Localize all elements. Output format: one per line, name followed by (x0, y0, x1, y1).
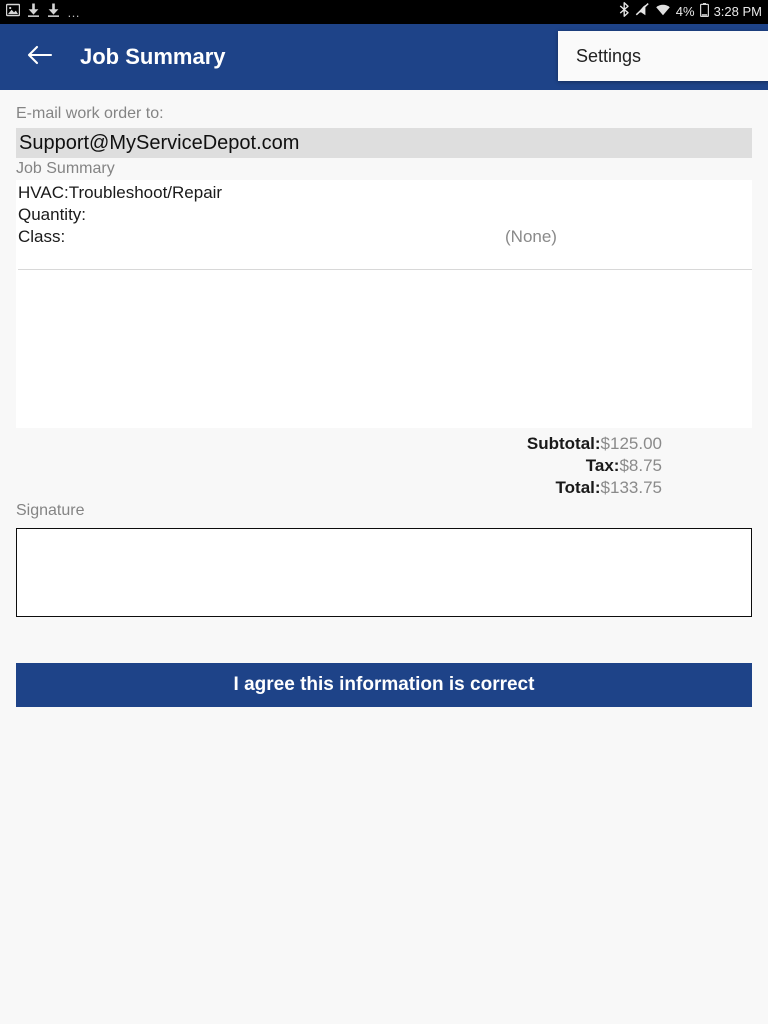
battery-icon (699, 2, 709, 22)
status-bar-left: … (5, 3, 81, 22)
page-title: Job Summary (80, 44, 226, 69)
status-bar: … 4% 3:28 PM (0, 0, 768, 24)
subtotal-value: $125.00 (600, 434, 662, 453)
agree-button[interactable]: I agree this information is correct (16, 663, 752, 707)
job-line-item-quantity-label: Quantity: (18, 205, 87, 224)
total-value: $133.75 (600, 478, 662, 497)
job-summary-section-label: Job Summary (16, 160, 115, 177)
total-label: Total: (555, 478, 601, 497)
subtotal-label: Subtotal: (526, 434, 601, 453)
email-input-value: Support@MyServiceDepot.com (19, 131, 300, 154)
download-icon (47, 3, 60, 22)
overflow-menu: Settings (558, 31, 768, 81)
email-field-label: E-mail work order to: (16, 105, 164, 122)
job-line-item-class-label: Class: (18, 227, 66, 246)
battery-percent-label: 4% (675, 4, 695, 19)
ringer-muted-icon (635, 2, 650, 22)
total-row: Total:$133.75 (16, 477, 662, 499)
job-card-divider (18, 269, 752, 270)
download-icon (27, 3, 40, 22)
job-line-item-row[interactable]: HVAC:Troubleshoot/Repair (16, 182, 752, 204)
job-summary-card: HVAC:Troubleshoot/Repair Quantity: Class… (16, 180, 752, 428)
arrow-left-icon (27, 44, 53, 71)
signature-pad[interactable] (16, 528, 752, 617)
main-content: E-mail work order to: Support@MyServiceD… (0, 90, 768, 1024)
status-bar-right: 4% 3:28 PM (619, 2, 762, 22)
menu-item-settings[interactable]: Settings (558, 46, 641, 67)
signature-label: Signature (16, 502, 85, 519)
tax-row: Tax:$8.75 (16, 455, 662, 477)
job-line-items: HVAC:Troubleshoot/Repair Quantity: Class… (16, 180, 752, 248)
back-button[interactable] (12, 29, 68, 85)
email-input[interactable]: Support@MyServiceDepot.com (16, 128, 752, 158)
wifi-icon (655, 3, 671, 21)
tax-label: Tax: (585, 456, 620, 475)
tax-value: $8.75 (619, 456, 662, 475)
more-dots-icon: … (67, 4, 81, 20)
job-line-item-description: HVAC:Troubleshoot/Repair (18, 183, 223, 202)
screenshot-icon (5, 3, 21, 22)
job-line-item-row[interactable]: Quantity: (16, 204, 752, 226)
clock-label: 3:28 PM (713, 4, 762, 19)
bluetooth-icon (619, 2, 630, 22)
totals-block: Subtotal:$125.00 Tax:$8.75 Total:$133.75 (16, 433, 662, 499)
subtotal-row: Subtotal:$125.00 (16, 433, 662, 455)
job-line-item-row[interactable]: Class: (None) (16, 226, 752, 248)
job-line-item-class-value: (None) (505, 227, 557, 246)
